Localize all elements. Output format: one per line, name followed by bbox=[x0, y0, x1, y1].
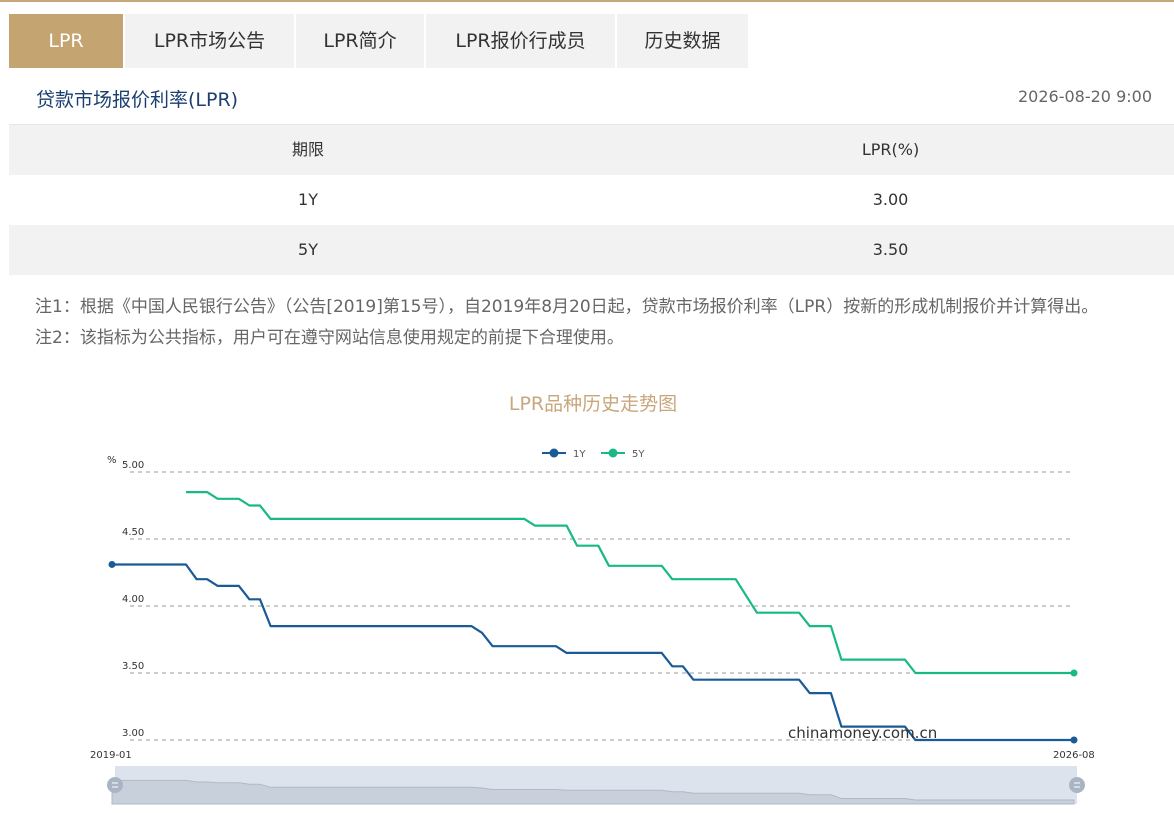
rate-cell: 3.50 bbox=[872, 240, 909, 259]
table-header-row: 期限 LPR(%) bbox=[9, 124, 1174, 175]
gridlines bbox=[130, 471, 1074, 741]
series-lines bbox=[108, 491, 1078, 744]
slider-handle-left[interactable] bbox=[107, 777, 123, 793]
legend-label[interactable]: 5Y bbox=[632, 449, 645, 460]
zoom-slider[interactable] bbox=[107, 766, 1085, 805]
series-line-5y bbox=[186, 491, 1074, 675]
slider-handle-right[interactable] bbox=[1069, 777, 1085, 793]
table-row: 1Y 3.00 bbox=[9, 175, 1174, 225]
note-2: 注2：该指标为公共指标，用户可在遵守网站信息使用规定的前提下合理使用。 bbox=[35, 328, 624, 348]
watermark: chinamoney.com.cn bbox=[788, 724, 937, 742]
x-label-start: 2019-01 bbox=[90, 750, 132, 761]
chart-title: LPR品种历史走势图 bbox=[508, 393, 678, 415]
header-term: 期限 bbox=[291, 140, 324, 159]
series-end-point bbox=[1070, 736, 1078, 744]
term-cell: 1Y bbox=[298, 190, 318, 209]
legend-marker bbox=[608, 448, 618, 458]
y-tick-label: 3.50 bbox=[122, 661, 144, 672]
series-end-point bbox=[1070, 669, 1078, 677]
update-timestamp: 2026-08-20 9:00 bbox=[1018, 87, 1152, 106]
series-start-point bbox=[108, 560, 116, 568]
y-tick-label: 4.00 bbox=[122, 594, 144, 605]
table-row: 5Y 3.50 bbox=[9, 225, 1174, 275]
tab-bar: LPR LPR市场公告 LPR简介 LPR报价行成员 历史数据 bbox=[9, 14, 750, 68]
top-accent-line bbox=[0, 0, 1174, 2]
lpr-table: 期限 LPR(%) 1Y 3.00 5Y 3.50 bbox=[9, 124, 1174, 275]
page-title: 贷款市场报价利率(LPR) bbox=[36, 89, 239, 111]
y-tick-label: 3.00 bbox=[122, 728, 144, 739]
tab-lpr-announcements[interactable]: LPR市场公告 bbox=[125, 14, 294, 68]
header-rate: LPR(%) bbox=[861, 140, 920, 159]
series-line-1y bbox=[112, 563, 1074, 742]
tab-lpr[interactable]: LPR bbox=[9, 14, 123, 68]
y-tick-label: 4.50 bbox=[122, 527, 144, 538]
tab-lpr-intro[interactable]: LPR简介 bbox=[296, 14, 424, 68]
legend: 1Y 5Y bbox=[542, 448, 645, 460]
legend-label[interactable]: 1Y bbox=[573, 449, 586, 460]
rate-cell: 3.00 bbox=[872, 190, 909, 209]
y-tick-label: 5.00 bbox=[122, 460, 144, 471]
y-axis-labels: 5.00 4.50 4.00 3.50 3.00 bbox=[122, 460, 144, 739]
lpr-history-chart: 5.00 4.50 4.00 3.50 3.00 % 1Y 5Y chinamoney.c… bbox=[90, 448, 1095, 805]
tab-history-data[interactable]: 历史数据 bbox=[617, 14, 748, 68]
term-cell: 5Y bbox=[298, 240, 318, 259]
note-1: 注1：根据《中国人民银行公告》（公告[2019]第15号），自2019年8月20… bbox=[35, 297, 1099, 317]
legend-marker bbox=[549, 448, 559, 458]
x-label-end: 2026-08 bbox=[1053, 750, 1095, 761]
y-axis-unit: % bbox=[107, 455, 117, 466]
tab-lpr-quoting-banks[interactable]: LPR报价行成员 bbox=[426, 14, 615, 68]
